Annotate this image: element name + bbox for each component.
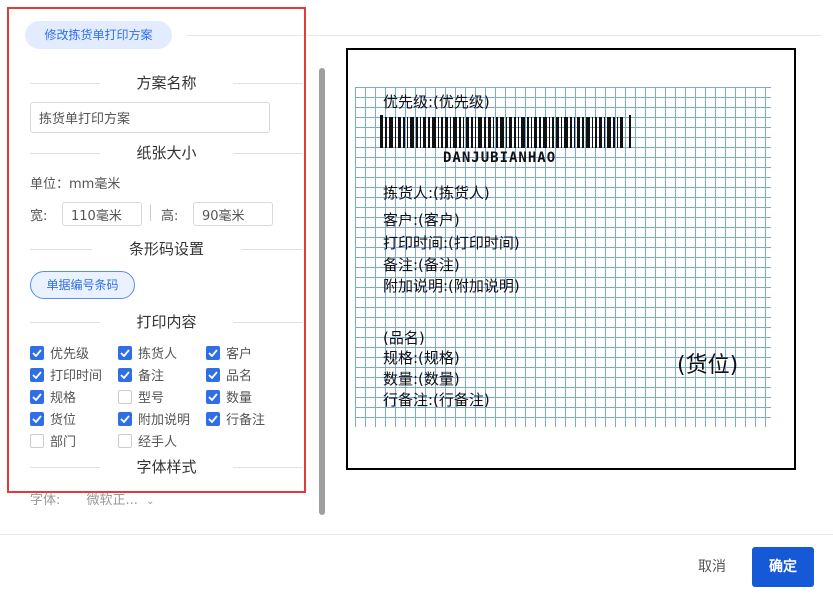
preview-customer: 客户:(客户) (383, 211, 460, 229)
preview-quantity: 数量:(数量) (383, 370, 460, 388)
section-title: 字体样式 (128, 458, 205, 476)
tab-divider (186, 35, 822, 36)
checkbox-item[interactable]: 部门 (30, 431, 76, 450)
checkbox-item[interactable]: 经手人 (118, 431, 177, 450)
checkbox-item[interactable]: 货位 (30, 409, 76, 428)
checkbox-item[interactable]: 客户 (206, 343, 252, 362)
width-label: 宽: (30, 209, 48, 224)
section-print-content: 打印内容 (30, 312, 303, 332)
checkbox-label: 客户 (226, 347, 253, 362)
barcode-text: DANJUBIANHAO (443, 150, 557, 166)
preview-product: (品名) (383, 329, 425, 347)
checkbox-checked-icon[interactable] (206, 389, 220, 404)
barcode-graphic (380, 115, 631, 148)
footer-divider (0, 534, 833, 535)
checkbox-checked-icon[interactable] (118, 345, 132, 360)
tab-edit-scheme[interactable]: 修改拣货单打印方案 (25, 21, 172, 49)
checkbox-checked-icon[interactable] (30, 411, 44, 426)
checkbox-checked-icon[interactable] (206, 367, 220, 382)
checkbox-label: 货位 (50, 413, 77, 428)
checkbox-checked-icon[interactable] (30, 345, 44, 360)
checkbox-unchecked-icon[interactable] (118, 433, 132, 448)
preview-location: (货位) (677, 353, 739, 378)
section-scheme-name: 方案名称 (30, 73, 303, 93)
section-font-style: 字体样式 (30, 457, 303, 477)
checkbox-item[interactable]: 优先级 (30, 343, 89, 362)
unit-label: 单位：mm毫米 (30, 177, 121, 192)
checkbox-checked-icon[interactable] (118, 367, 132, 382)
checkbox-label: 备注 (138, 369, 165, 384)
checkbox-item[interactable]: 行备注 (206, 409, 265, 428)
confirm-button[interactable]: 确定 (752, 547, 814, 587)
checkbox-item[interactable]: 附加说明 (118, 409, 190, 428)
scrollbar[interactable] (319, 68, 325, 515)
checkbox-label: 部门 (50, 435, 77, 450)
checkbox-unchecked-icon[interactable] (30, 433, 44, 448)
preview-print-time: 打印时间:(打印时间) (383, 234, 520, 252)
barcode-doc-number-button[interactable]: 单据编号条码 (30, 271, 135, 299)
checkbox-label: 优先级 (50, 347, 90, 362)
checkbox-item[interactable]: 备注 (118, 365, 164, 384)
section-title: 方案名称 (128, 74, 205, 92)
font-select[interactable]: 微软正... (87, 493, 138, 508)
font-label: 字体: (30, 493, 61, 508)
checkbox-item[interactable]: 品名 (206, 365, 252, 384)
checkbox-label: 附加说明 (138, 413, 191, 428)
section-title: 纸张大小 (128, 144, 205, 162)
preview-remark: 备注:(备注) (383, 256, 460, 274)
checkbox-unchecked-icon[interactable] (118, 389, 132, 404)
checkbox-label: 规格 (50, 391, 77, 406)
preview-priority: 优先级:(优先级) (383, 93, 490, 111)
field-separator (150, 205, 151, 221)
checkbox-checked-icon[interactable] (118, 411, 132, 426)
checkbox-label: 拣货人 (138, 347, 178, 362)
checkbox-checked-icon[interactable] (30, 367, 44, 382)
scheme-name-input[interactable] (30, 102, 270, 133)
font-row: 字体: 微软正... ⌄ (30, 489, 154, 508)
checkbox-label: 经手人 (138, 435, 178, 450)
section-title: 条形码设置 (120, 240, 212, 258)
section-paper-size: 纸张大小 (30, 143, 303, 163)
preview-line-remark: 行备注:(行备注) (383, 391, 490, 409)
preview-spec: 规格:(规格) (383, 349, 460, 367)
checkbox-item[interactable]: 规格 (30, 387, 76, 406)
checkbox-checked-icon[interactable] (206, 411, 220, 426)
paper-height-input[interactable] (193, 202, 273, 226)
checkbox-label: 型号 (138, 391, 165, 406)
checkbox-label: 数量 (226, 391, 253, 406)
cancel-button[interactable]: 取消 (686, 547, 738, 587)
checkbox-item[interactable]: 打印时间 (30, 365, 102, 384)
checkbox-label: 打印时间 (50, 369, 103, 384)
checkbox-label: 行备注 (226, 413, 266, 428)
paper-width-input[interactable] (62, 202, 142, 226)
preview-picker: 拣货人:(拣货人) (383, 184, 490, 202)
checkbox-label: 品名 (226, 369, 253, 384)
height-label: 高: (161, 209, 179, 224)
section-barcode: 条形码设置 (30, 239, 303, 259)
checkbox-item[interactable]: 数量 (206, 387, 252, 406)
checkbox-checked-icon[interactable] (30, 389, 44, 404)
checkbox-item[interactable]: 型号 (118, 387, 164, 406)
chevron-down-icon: ⌄ (146, 496, 155, 507)
preview-extra: 附加说明:(附加说明) (383, 277, 520, 295)
checkbox-item[interactable]: 拣货人 (118, 343, 177, 362)
section-title: 打印内容 (128, 313, 205, 331)
checkbox-checked-icon[interactable] (206, 345, 220, 360)
